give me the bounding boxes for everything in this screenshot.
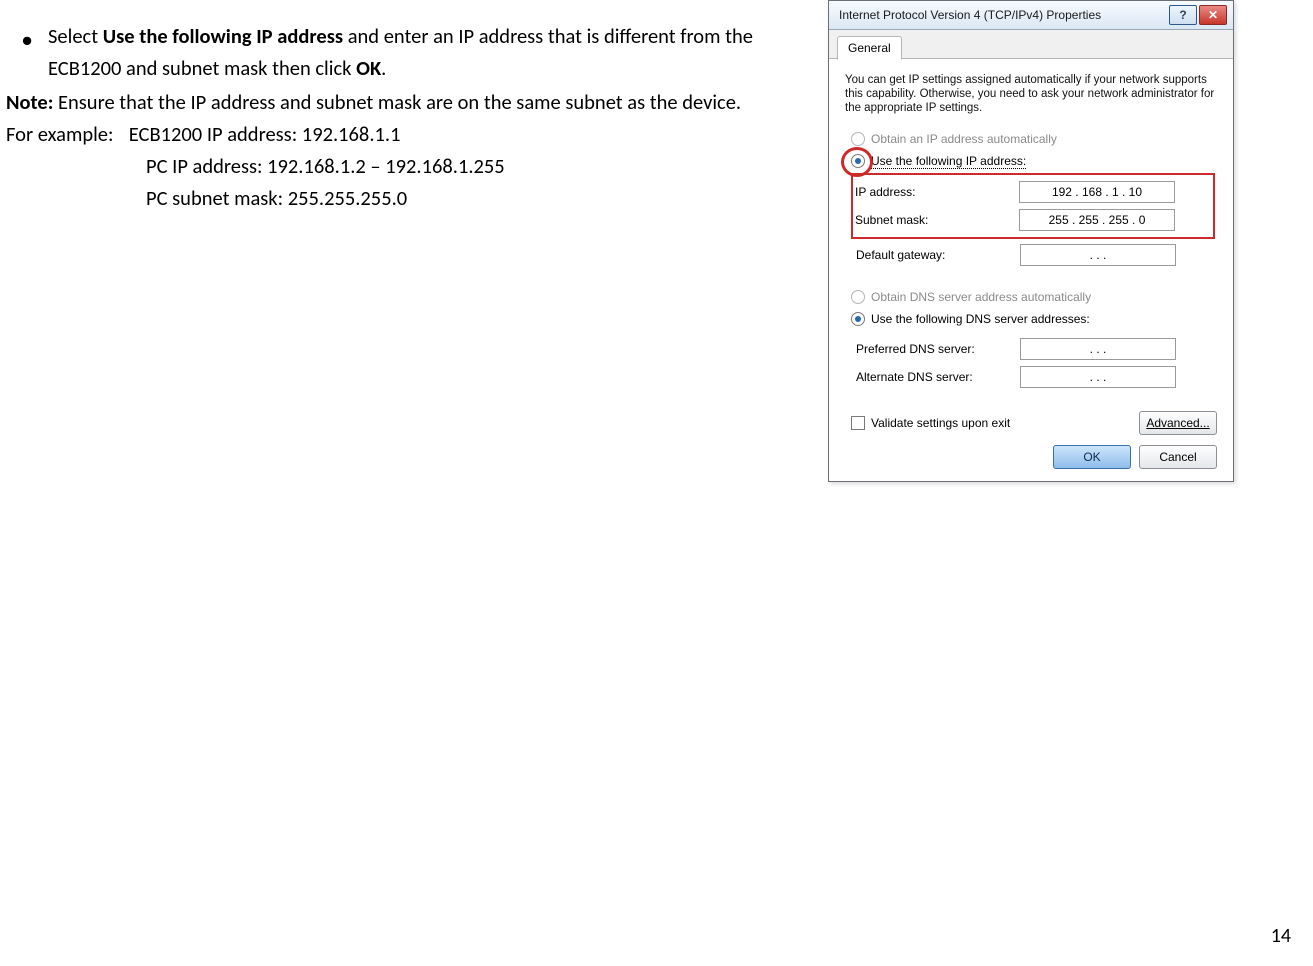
radio-icon	[851, 312, 865, 326]
example-line-3: PC subnet mask: 255.255.255.0	[6, 182, 796, 214]
checkbox-validate[interactable]	[851, 416, 865, 430]
label-preferred-dns: Preferred DNS server:	[856, 342, 1020, 356]
note-line: Note: Ensure that the IP address and sub…	[6, 86, 796, 118]
dialog-title: Internet Protocol Version 4 (TCP/IPv4) P…	[839, 8, 1169, 22]
radio-label: Use the following IP address:	[871, 154, 1026, 169]
tab-general[interactable]: General	[837, 36, 902, 60]
radio-icon	[851, 154, 865, 168]
input-default-gateway[interactable]: . . .	[1020, 244, 1176, 266]
example-label: For example:	[6, 121, 114, 147]
radio-use-dns[interactable]: Use the following DNS server addresses:	[851, 309, 1217, 329]
page-number: 14	[1271, 924, 1291, 948]
label-validate: Validate settings upon exit	[871, 416, 1010, 430]
example-line-2: PC IP address: 192.168.1.2 – 192.168.1.2…	[6, 150, 796, 182]
radio-use-ip[interactable]: Use the following IP address:	[851, 151, 1217, 171]
help-button[interactable]: ?	[1169, 5, 1197, 25]
annotation-redbox: IP address: 192 . 168 . 1 . 10 Subnet ma…	[851, 173, 1215, 239]
tab-row: General	[829, 34, 1233, 59]
titlebar: Internet Protocol Version 4 (TCP/IPv4) P…	[829, 1, 1233, 30]
radio-label: Obtain DNS server address automatically	[871, 290, 1091, 304]
label-alternate-dns: Alternate DNS server:	[856, 370, 1020, 384]
instruction-block: ● Select Use the following IP address an…	[6, 20, 796, 214]
radio-obtain-ip-auto[interactable]: Obtain an IP address automatically	[851, 129, 1217, 149]
radio-obtain-dns-auto[interactable]: Obtain DNS server address automatically	[851, 287, 1217, 307]
cancel-button[interactable]: Cancel	[1139, 445, 1217, 469]
input-preferred-dns[interactable]: . . .	[1020, 338, 1176, 360]
input-subnet-mask[interactable]: 255 . 255 . 255 . 0	[1019, 209, 1175, 231]
example-block: For example: ECB1200 IP address: 192.168…	[6, 118, 796, 214]
radio-label: Use the following DNS server addresses:	[871, 312, 1090, 326]
example-line-1: ECB1200 IP address: 192.168.1.1	[129, 121, 401, 147]
input-alternate-dns[interactable]: . . .	[1020, 366, 1176, 388]
bullet-text: Select Use the following IP address and …	[48, 20, 796, 84]
radio-icon	[851, 290, 865, 304]
radio-icon	[851, 132, 865, 146]
label-subnet-mask: Subnet mask:	[855, 213, 1019, 227]
radio-label: Obtain an IP address automatically	[871, 132, 1057, 146]
ipv4-properties-dialog: Internet Protocol Version 4 (TCP/IPv4) P…	[828, 0, 1234, 482]
close-button[interactable]: ✕	[1199, 5, 1227, 25]
label-default-gateway: Default gateway:	[856, 248, 1020, 262]
bullet-icon: ●	[6, 20, 48, 84]
ok-button[interactable]: OK	[1053, 445, 1131, 469]
label-ip-address: IP address:	[855, 185, 1019, 199]
input-ip-address[interactable]: 192 . 168 . 1 . 10	[1019, 181, 1175, 203]
advanced-button[interactable]: Advanced...	[1139, 411, 1217, 435]
dialog-description: You can get IP settings assigned automat…	[845, 73, 1217, 115]
